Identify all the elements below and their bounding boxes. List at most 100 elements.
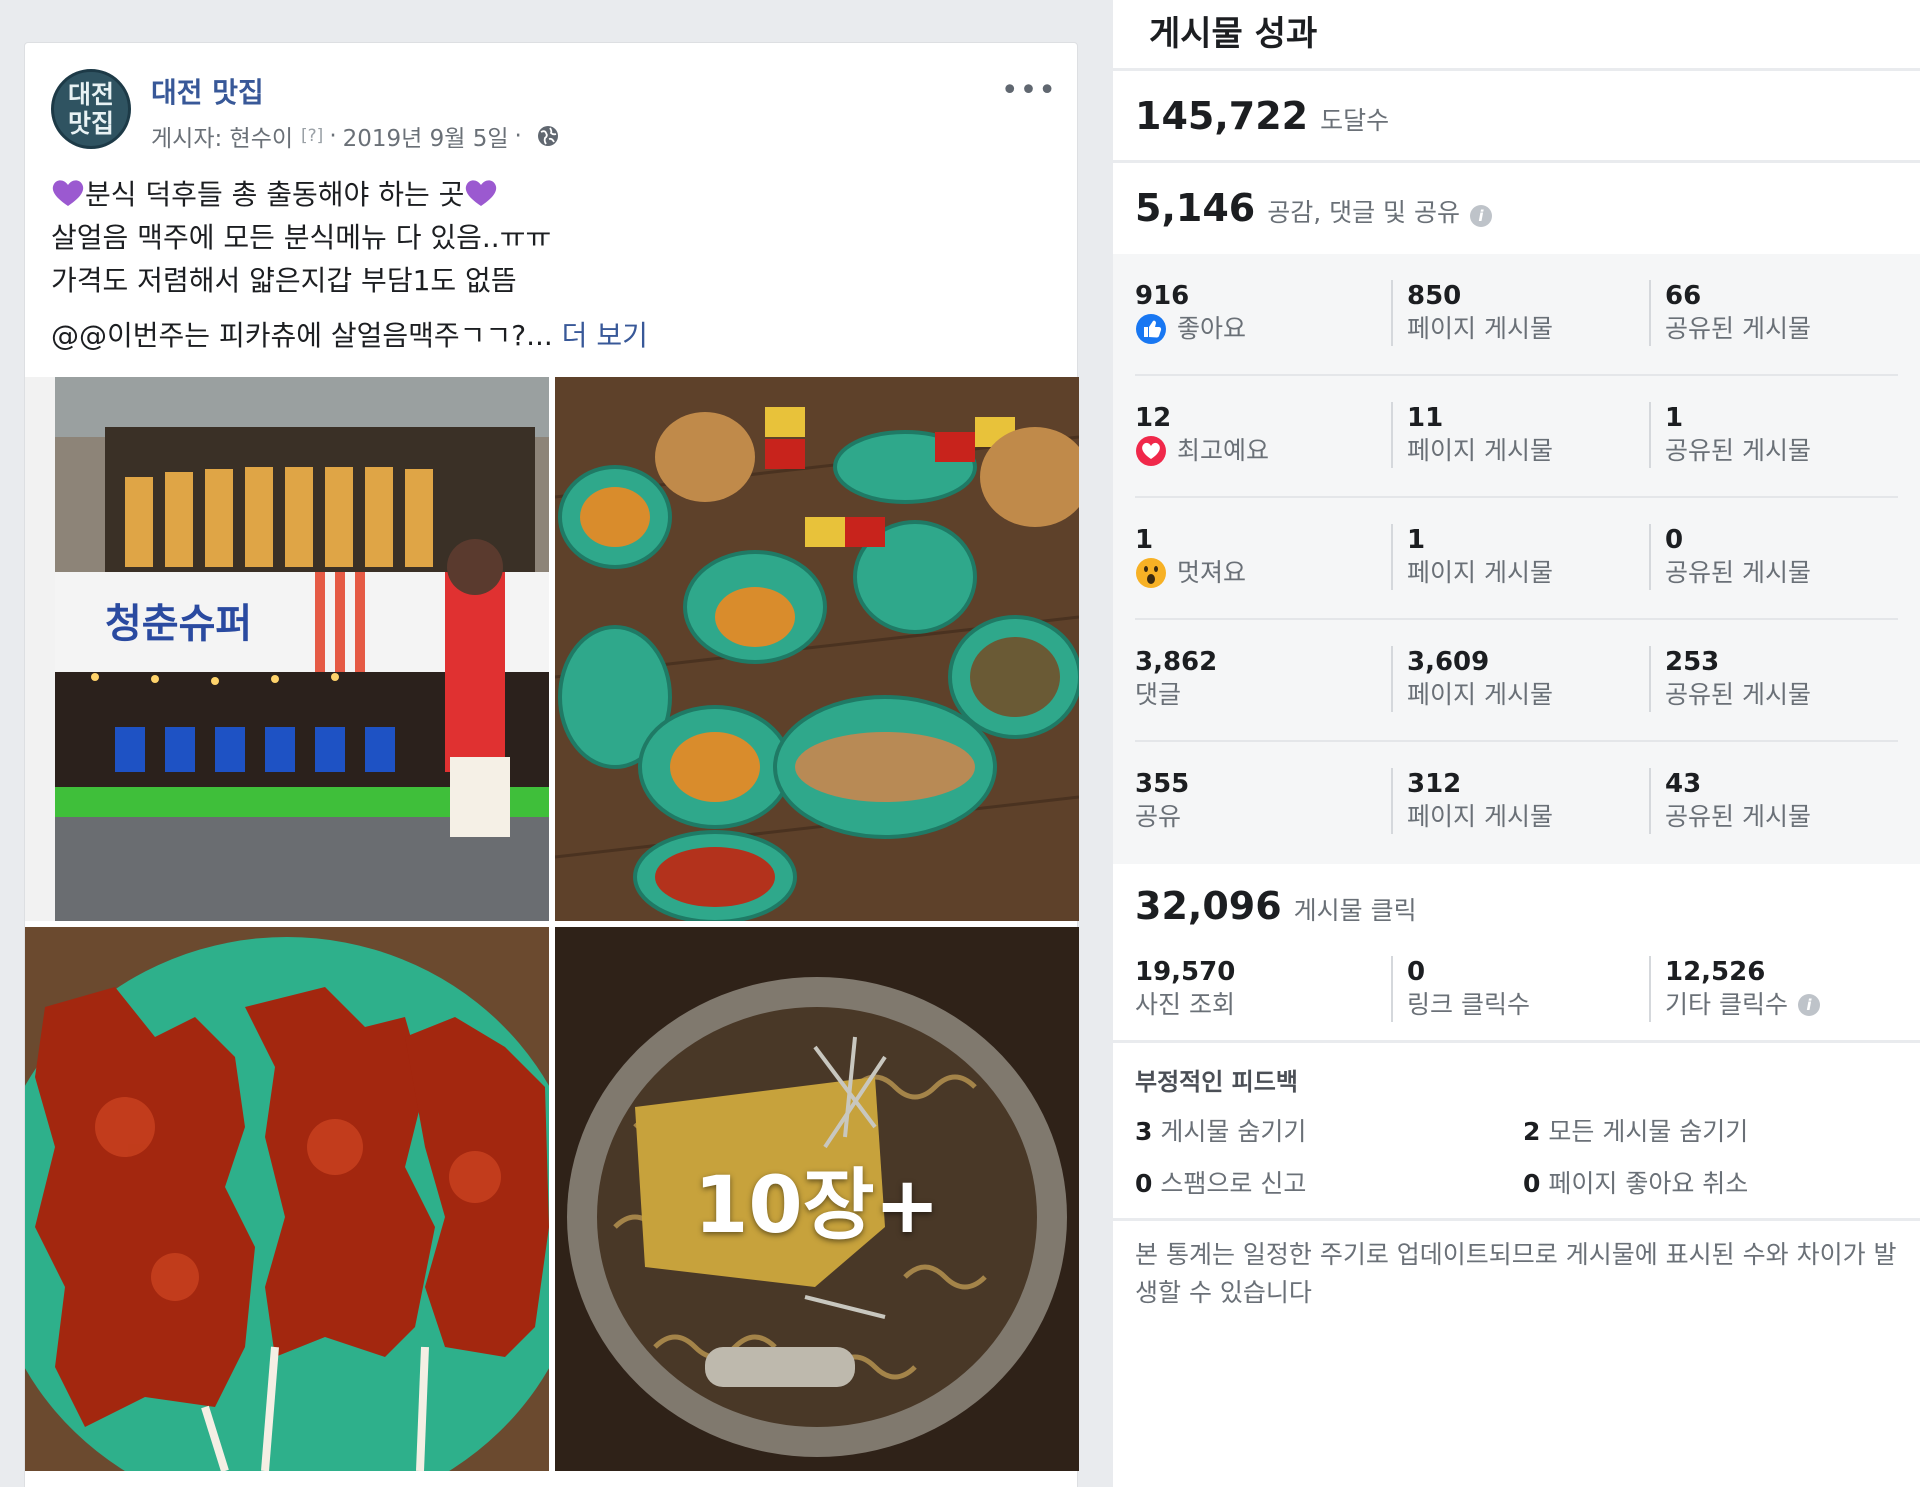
reaction-row-love: 12 최고예요 11 페이지 게시물 1 공유된 게시물 <box>1113 376 1920 498</box>
more-options-icon[interactable]: ••• <box>1001 73 1057 108</box>
love-label: 최고예요 <box>1177 436 1270 465</box>
clicks-label: 게시물 클릭 <box>1293 896 1417 925</box>
comments-shared-value: 253 <box>1665 647 1720 677</box>
photo-cutlet-skewers[interactable] <box>25 927 549 1471</box>
photo-views-label: 사진 조회 <box>1135 990 1235 1019</box>
reach-stat: 145,722 도달수 <box>1135 94 1389 138</box>
reaction-row-wow: 1 멋져요 1 페이지 게시물 0 공유된 게시물 <box>1113 498 1920 620</box>
avatar-text-line1: 대전 <box>67 80 114 109</box>
meta-separator: · <box>514 123 522 149</box>
other-clicks-label: 기타 클릭수 <box>1665 990 1788 1019</box>
post-line-4: @@이번주는 피카츄에 살얼음맥주ㄱㄱ?... 더 보기 <box>51 314 1057 357</box>
hide-all-stat: 2 모든 게시물 숨기기 <box>1523 1112 1748 1148</box>
post-date[interactable]: 2019년 9월 5일 <box>343 119 509 153</box>
engagement-stat: 5,146 공감, 댓글 및 공유 i <box>1135 186 1492 230</box>
love-page-label: 페이지 게시물 <box>1407 436 1553 465</box>
love-value: 12 <box>1135 403 1172 433</box>
post-body: 분식 덕후들 총 출동해야 하는 곳 살얼음 맥주에 모든 분식메뉴 다 있음.… <box>51 173 1057 357</box>
like-page-label: 페이지 게시물 <box>1407 314 1553 343</box>
reaction-row-like: 916 좋아요 850 페이지 게시물 66 공유된 게시물 <box>1113 254 1920 376</box>
divider <box>1113 160 1920 163</box>
shares-shared-value: 43 <box>1665 769 1702 799</box>
spam-label: 스팸으로 신고 <box>1160 1169 1307 1198</box>
meta-separator: · <box>329 123 337 149</box>
comments-shared-label: 공유된 게시물 <box>1665 680 1811 709</box>
post-insights-panel: 게시물 성과 145,722 도달수 5,146 공감, 댓글 및 공유 i 9… <box>1113 0 1920 1487</box>
like-value: 916 <box>1135 281 1190 311</box>
negative-feedback-title: 부정적인 피드백 <box>1135 1068 1298 1096</box>
post-line-4-text: @@이번주는 피카츄에 살얼음맥주ㄱㄱ?... <box>51 319 553 352</box>
comments-label: 댓글 <box>1135 680 1182 709</box>
love-page-value: 11 <box>1407 403 1444 433</box>
wow-label: 멋져요 <box>1177 558 1247 587</box>
stats-footnote: 본 통계는 일정한 주기로 업데이트되므로 게시물에 표시된 수와 차이가 발생… <box>1135 1240 1897 1307</box>
page-avatar[interactable]: 대전 맛집 <box>51 69 131 149</box>
purple-heart-icon <box>466 180 497 206</box>
post-card: 대전 맛집 대전 맛집 게시자: 현수이 [?] · 2019년 9월 5일 ·… <box>24 42 1079 1487</box>
like-shared-value: 66 <box>1665 281 1702 311</box>
post-line-1: 분식 덕후들 총 출동해야 하는 곳 <box>51 173 1057 216</box>
like-shared-label: 공유된 게시물 <box>1665 314 1811 343</box>
comments-row: 3,862 댓글 3,609 페이지 게시물 253 공유된 게시물 <box>1113 620 1920 742</box>
post-line-1-text: 분식 덕후들 총 출동해야 하는 곳 <box>85 178 465 211</box>
info-icon[interactable]: i <box>1797 994 1820 1016</box>
divider <box>1113 1218 1920 1221</box>
like-page-value: 850 <box>1407 281 1462 311</box>
author-name[interactable]: 현수이 <box>230 119 293 153</box>
wow-page-label: 페이지 게시물 <box>1407 558 1553 587</box>
info-icon[interactable]: i <box>1470 205 1492 227</box>
engagement-label: 공감, 댓글 및 공유 <box>1267 198 1460 227</box>
reach-label: 도달수 <box>1320 106 1390 135</box>
like-label: 좋아요 <box>1177 314 1247 343</box>
hide-post-stat: 3 게시물 숨기기 <box>1135 1112 1306 1148</box>
hide-all-label: 모든 게시물 숨기기 <box>1548 1117 1749 1146</box>
more-photos-overlay[interactable]: 10장+ <box>555 927 1079 1471</box>
love-shared-value: 1 <box>1665 403 1684 433</box>
comments-value: 3,862 <box>1135 647 1218 677</box>
author-help[interactable]: [?] <box>301 126 323 146</box>
other-clicks-value: 12,526 <box>1665 957 1766 987</box>
shares-page-value: 312 <box>1407 769 1462 799</box>
photo-food-spread[interactable] <box>555 377 1079 921</box>
avatar-text-line2: 맛집 <box>67 109 114 138</box>
see-more-link[interactable]: 더 보기 <box>562 319 648 352</box>
shares-value: 355 <box>1135 769 1190 799</box>
post-clicks-stat: 32,096 게시물 클릭 <box>1135 884 1417 928</box>
wow-value: 1 <box>1135 525 1154 555</box>
store-sign-text: 청춘슈퍼 <box>105 601 252 647</box>
author-prefix: 게시자: <box>151 126 223 152</box>
photo-views-value: 19,570 <box>1135 957 1236 987</box>
clicks-breakdown-row: 19,570 사진 조회 0 링크 클릭수 12,526 기타 클릭수 i <box>1113 930 1920 1052</box>
photo-storefront[interactable]: 청춘슈퍼 <box>25 377 549 921</box>
spam-value: 0 <box>1135 1169 1153 1198</box>
link-clicks-label: 링크 클릭수 <box>1407 990 1530 1019</box>
shares-label: 공유 <box>1135 802 1182 831</box>
spam-report-stat: 0 스팸으로 신고 <box>1135 1164 1306 1200</box>
page-name-link[interactable]: 대전 맛집 <box>151 71 264 111</box>
clicks-value: 32,096 <box>1135 884 1282 928</box>
hide-all-value: 2 <box>1523 1117 1541 1146</box>
reach-value: 145,722 <box>1135 94 1309 138</box>
shares-shared-label: 공유된 게시물 <box>1665 802 1811 831</box>
post-meta: 게시자: 현수이 [?] · 2019년 9월 5일 · <box>151 119 560 153</box>
photo-ramen[interactable]: 10장+ <box>555 927 1079 1471</box>
wow-shared-label: 공유된 게시물 <box>1665 558 1811 587</box>
shares-row: 355 공유 312 페이지 게시물 43 공유된 게시물 <box>1113 742 1920 864</box>
engagement-value: 5,146 <box>1135 186 1256 230</box>
post-line-2: 살얼음 맥주에 모든 분식메뉴 다 있음..ㅠㅠ <box>51 221 552 254</box>
globe-icon[interactable] <box>536 124 560 148</box>
wow-page-value: 1 <box>1407 525 1426 555</box>
insights-title: 게시물 성과 <box>1149 14 1318 54</box>
wow-reaction-icon <box>1136 558 1166 588</box>
love-shared-label: 공유된 게시물 <box>1665 436 1811 465</box>
wow-shared-value: 0 <box>1665 525 1684 555</box>
shares-page-label: 페이지 게시물 <box>1407 802 1553 831</box>
unlike-label: 페이지 좋아요 취소 <box>1548 1169 1749 1198</box>
unlike-value: 0 <box>1523 1169 1541 1198</box>
love-reaction-icon <box>1136 436 1166 466</box>
divider <box>1113 1040 1920 1043</box>
hide-post-label: 게시물 숨기기 <box>1160 1117 1307 1146</box>
reactions-breakdown: 916 좋아요 850 페이지 게시물 66 공유된 게시물 12 최고예요 11 페… <box>1113 254 1920 864</box>
divider <box>1113 68 1920 71</box>
post-line-3: 가격도 저렴해서 얇은지갑 부담1도 없뜸 <box>51 264 517 297</box>
